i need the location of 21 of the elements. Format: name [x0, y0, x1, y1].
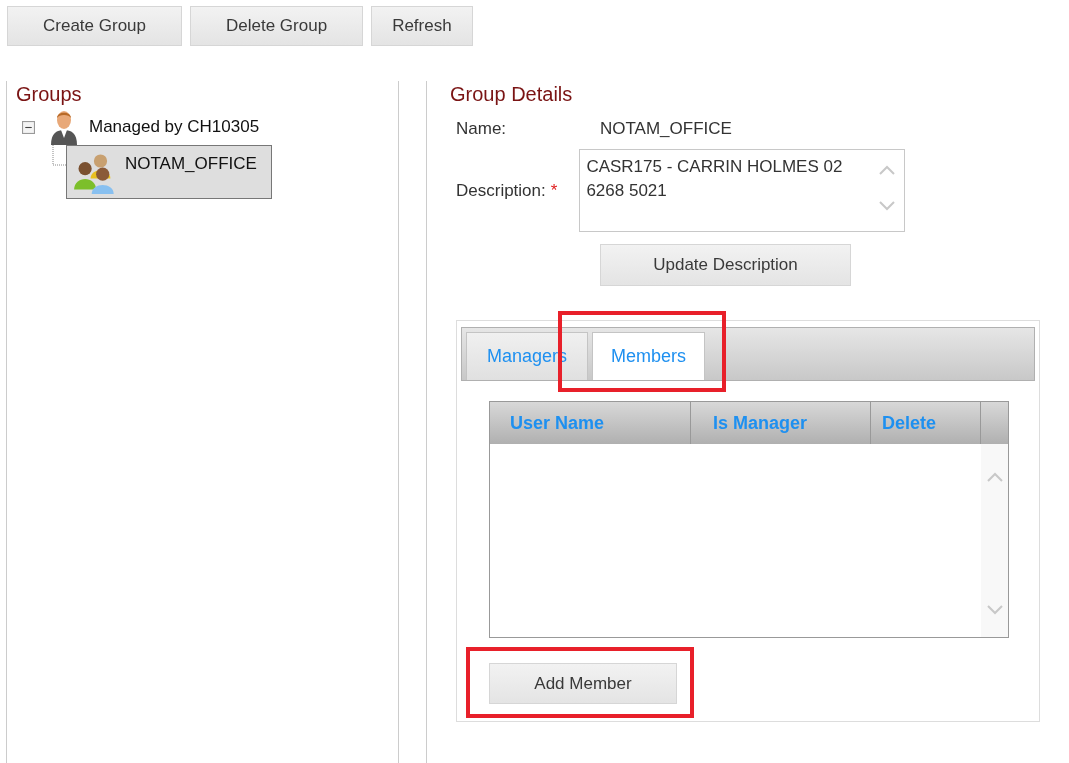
required-mark: * — [550, 180, 558, 201]
scroll-up-icon[interactable] — [986, 472, 1003, 482]
panel-title: Group Details — [450, 82, 574, 107]
scroll-down-icon[interactable] — [986, 605, 1003, 615]
field-label: Name: — [456, 119, 508, 139]
tree-item[interactable]: NOTAM_OFFICE — [66, 145, 272, 199]
scrollbar[interactable] — [981, 444, 1008, 637]
field-label: Description: — [456, 180, 546, 201]
add-member-button[interactable]: Add Member — [489, 663, 677, 704]
collapse-icon[interactable] — [22, 120, 35, 134]
panel-title: Groups — [16, 82, 83, 107]
scroll-up-icon[interactable] — [879, 165, 896, 175]
description-field[interactable]: CASR175 - CARRIN HOLMES 02 6268 5021 — [579, 149, 906, 232]
toolbar-button[interactable]: Delete Group — [190, 6, 364, 46]
name-value: NOTAM_OFFICE — [600, 119, 732, 139]
toolbar-button[interactable]: Refresh — [371, 6, 473, 46]
toolbar-button[interactable]: Create Group — [7, 6, 182, 46]
tree-item[interactable]: Managed by CH10305 — [49, 109, 260, 145]
person-icon — [49, 109, 79, 145]
scroll-down-icon[interactable] — [879, 201, 896, 211]
update-description-button[interactable]: Update Description — [600, 244, 851, 286]
